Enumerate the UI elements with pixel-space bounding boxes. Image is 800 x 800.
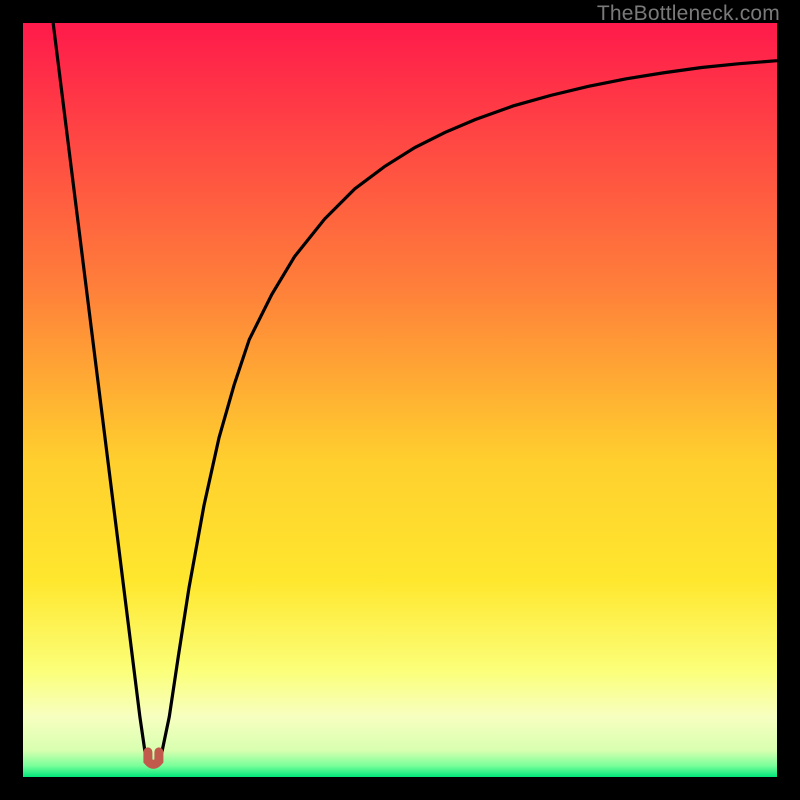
bottleneck-curve	[23, 23, 777, 777]
chart-frame: TheBottleneck.com	[0, 0, 800, 800]
optimal-marker-icon	[148, 752, 159, 765]
watermark-label: TheBottleneck.com	[597, 2, 780, 26]
plot-area	[23, 23, 777, 777]
curve-path	[53, 23, 777, 765]
